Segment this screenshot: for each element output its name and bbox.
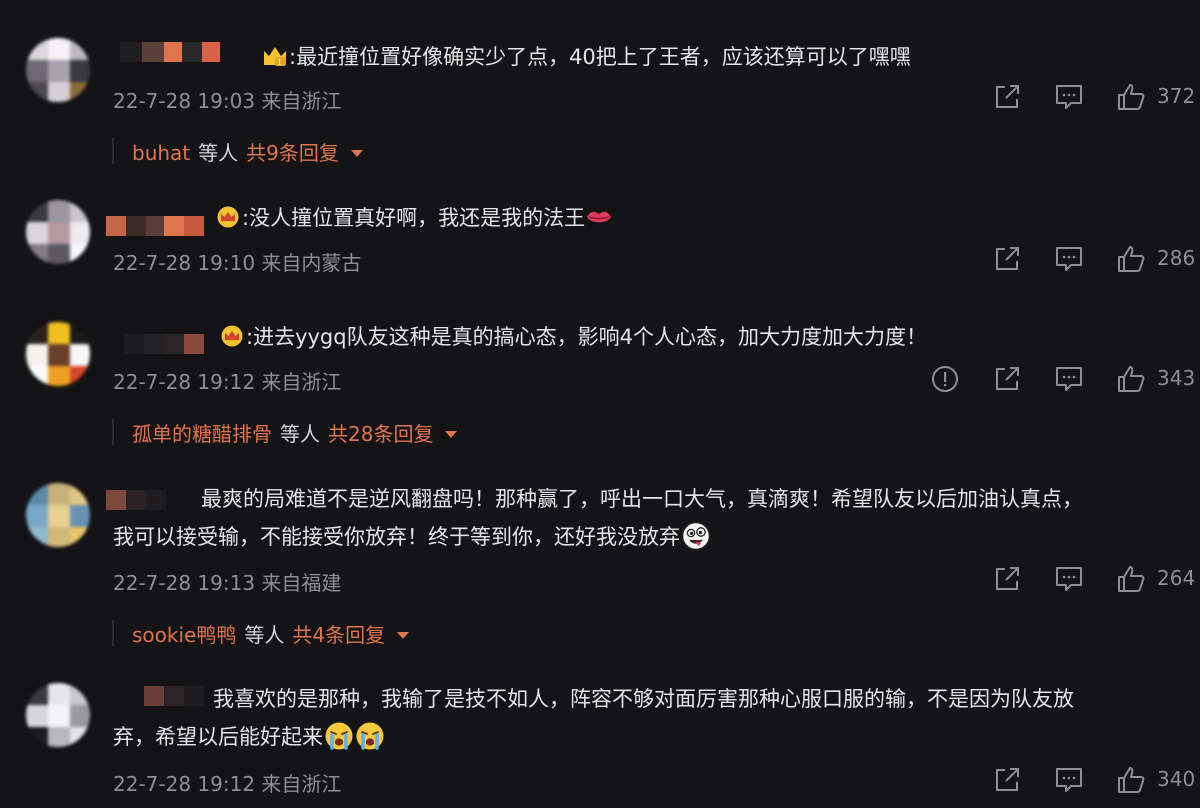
comment-actions: 264 [0, 564, 1200, 594]
crying-emoji [355, 721, 385, 751]
comment-text-line2: 我可以接受输，不能接受你放弃！终于等到你，还好我没放弃 [113, 517, 711, 557]
reply-others: 等人 [244, 623, 285, 647]
comment-actions: 286 [0, 244, 1200, 274]
comment-icon[interactable] [1054, 765, 1084, 795]
username-mosaic[interactable] [120, 42, 232, 62]
vip-badge-icon: 1 [262, 40, 288, 67]
comment-body: :进去yygq队友这种是真的搞心态，影响4个人心态，加大力度加大力度！ [246, 325, 927, 349]
reply-divider [112, 419, 114, 445]
svg-text:1: 1 [277, 58, 282, 67]
comment-actions: 372 [0, 82, 1200, 112]
thumbs-up-icon[interactable] [1116, 364, 1146, 394]
avatar[interactable] [26, 683, 90, 747]
view-replies-link[interactable]: sookie鸭鸭 等人 共4条回复 [132, 619, 410, 648]
reply-total[interactable]: 共28条回复 [328, 422, 433, 446]
thumbs-up-icon[interactable] [1116, 564, 1146, 594]
crying-emoji [324, 721, 354, 751]
comment-text-line2: 弃，希望以后能好起来 [113, 717, 385, 757]
share-icon[interactable] [992, 82, 1022, 112]
comment-body: 弃，希望以后能好起来 [113, 725, 323, 749]
view-replies-link[interactable]: 孤单的糖醋排骨 等人 共28条回复 [132, 418, 458, 447]
chevron-down-icon[interactable] [350, 150, 363, 157]
comment-text: :没人撞位置真好啊，我还是我的法王 [215, 198, 612, 238]
chevron-down-icon[interactable] [445, 431, 458, 438]
chevron-down-icon[interactable] [397, 632, 410, 639]
reply-others: 等人 [280, 422, 320, 446]
comment-body: :最近撞位置好像确实少了点，40把上了王者，应该还算可以了嘿嘿 [289, 45, 911, 69]
share-icon[interactable] [992, 364, 1022, 394]
comment-icon[interactable] [1054, 564, 1084, 594]
comment-text-line1: 最爽的局难道不是逆风翻盘吗！那种赢了，呼出一口大气，真滴爽！希望队友以后加油认真… [201, 487, 1083, 511]
crown-icon [219, 320, 245, 347]
like-count: 286 [1157, 246, 1196, 270]
comment-icon[interactable] [1054, 364, 1084, 394]
report-icon[interactable] [930, 364, 960, 394]
share-icon[interactable] [992, 564, 1022, 594]
username-mosaic[interactable] [106, 490, 166, 510]
reply-author[interactable]: 孤单的糖醋排骨 [132, 422, 272, 446]
lips-emoji [586, 200, 612, 223]
comment-actions: 340 [0, 765, 1200, 795]
view-replies-link[interactable]: buhat 等人 共9条回复 [132, 137, 363, 166]
username-mosaic[interactable] [106, 216, 204, 236]
like-count: 340 [1157, 767, 1196, 791]
avatar[interactable] [26, 483, 90, 547]
comment-text: 1 :最近撞位置好像确实少了点，40把上了王者，应该还算可以了嘿嘿 [262, 37, 911, 77]
comment-text-line1: 我喜欢的是那种，我输了是技不如人，阵容不够对面厉害那种心服口服的输，不是因为队友… [213, 687, 1074, 711]
reply-others: 等人 [198, 141, 239, 165]
share-icon[interactable] [992, 765, 1022, 795]
comment-actions: 343 [0, 364, 1200, 394]
username-mosaic[interactable] [124, 334, 204, 354]
reply-author[interactable]: sookie鸭鸭 [132, 623, 236, 647]
crazy-face-emoji [681, 521, 711, 551]
reply-author[interactable]: buhat [132, 141, 190, 165]
like-count: 343 [1157, 366, 1196, 390]
comment-list: 1 :最近撞位置好像确实少了点，40把上了王者，应该还算可以了嘿嘿 22-7-2… [0, 0, 1200, 808]
comment-body: :没人撞位置真好啊，我还是我的法王 [242, 206, 586, 230]
thumbs-up-icon[interactable] [1116, 244, 1146, 274]
thumbs-up-icon[interactable] [1116, 765, 1146, 795]
comment-icon[interactable] [1054, 82, 1084, 112]
like-count: 264 [1157, 566, 1196, 590]
comment-icon[interactable] [1054, 244, 1084, 274]
username-mosaic[interactable] [144, 686, 204, 706]
reply-divider [112, 138, 114, 164]
comment-body: 我可以接受输，不能接受你放弃！终于等到你，还好我没放弃 [113, 525, 680, 549]
reply-total[interactable]: 共4条回复 [292, 623, 385, 647]
reply-divider [112, 620, 114, 646]
like-count: 372 [1157, 84, 1196, 108]
comment-text: :进去yygq队友这种是真的搞心态，影响4个人心态，加大力度加大力度！ [219, 317, 927, 357]
thumbs-up-icon[interactable] [1116, 82, 1146, 112]
crown-icon [215, 201, 241, 228]
reply-total[interactable]: 共9条回复 [246, 141, 339, 165]
share-icon[interactable] [992, 244, 1022, 274]
